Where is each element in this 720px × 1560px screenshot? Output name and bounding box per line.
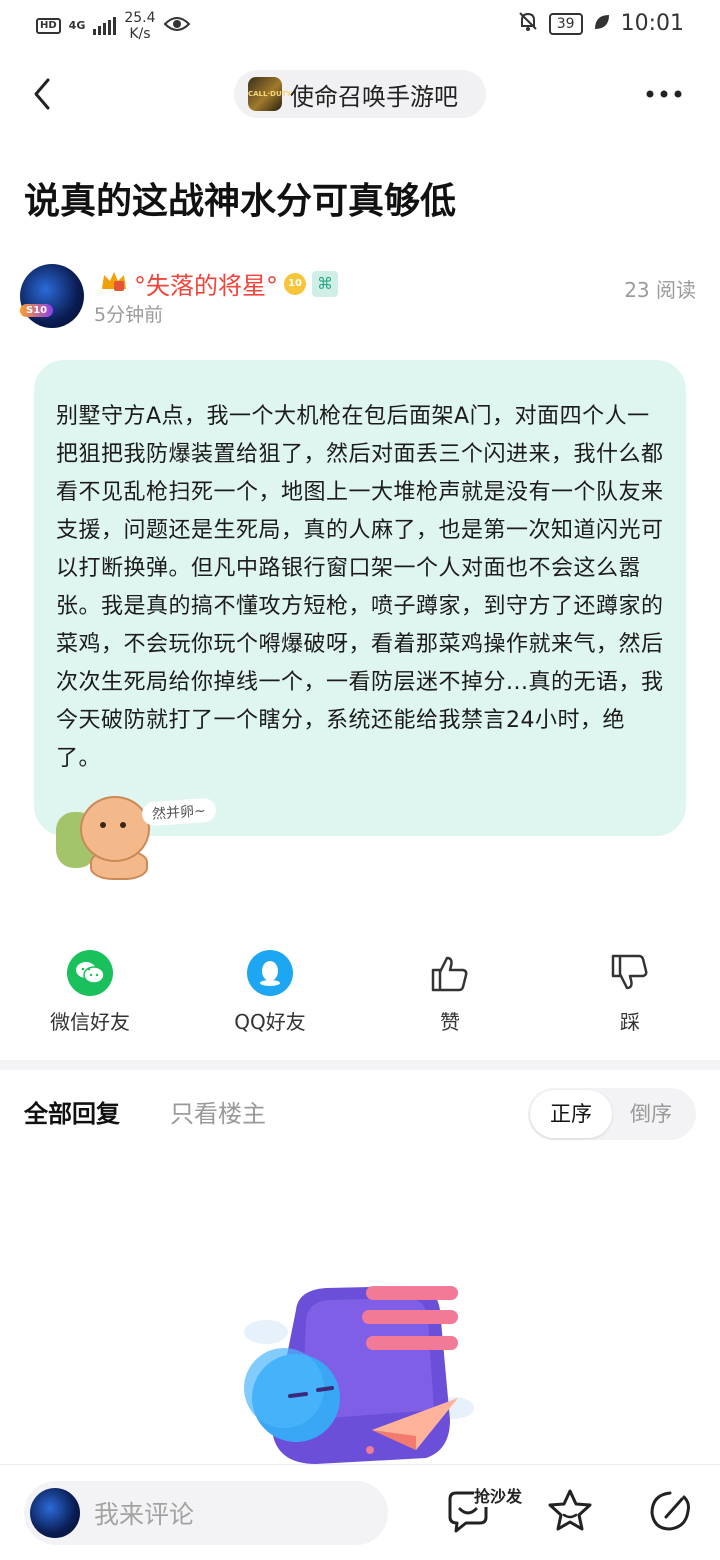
back-button[interactable] (24, 70, 68, 118)
status-left: HD 4G 25.4 K/s (36, 10, 190, 42)
section-divider (0, 1060, 720, 1070)
author-info: °失落的将星° 10 ⌘ (100, 266, 338, 301)
empty-replies-illustration (236, 1280, 476, 1464)
hd-icon: HD (36, 18, 61, 34)
avatar-season-badge: S10 (20, 304, 54, 317)
author-avatar[interactable] (20, 264, 84, 328)
clock: 10:01 (620, 11, 684, 36)
post-detail-page: HD 4G 25.4 K/s 39 10:01 CALL·DUTY 使命召唤手游… (0, 0, 720, 1560)
edit-button[interactable] (646, 1487, 694, 1535)
share-wechat-button[interactable]: 微信好友 (0, 950, 180, 1040)
post-title: 说真的这战神水分可真够低 (24, 181, 457, 222)
tab-all-replies[interactable]: 全部回复 (24, 1094, 120, 1129)
post-body: 别墅守方A点，我一个大机枪在包后面架A门，对面四个人一把狙把我防爆装置给狙了，然… (56, 404, 664, 771)
forum-name: 使命召唤手游吧 (290, 82, 458, 111)
dislike-label: 踩 (620, 1010, 640, 1034)
author-name[interactable]: °失落的将星° (134, 266, 278, 301)
favorite-button[interactable] (546, 1487, 594, 1535)
eye-icon (163, 14, 190, 39)
dislike-button[interactable]: 踩 (540, 950, 720, 1040)
more-dots-icon (646, 90, 682, 98)
like-button[interactable]: 赞 (360, 950, 540, 1040)
speed-value: 25.4 (124, 10, 156, 26)
network-speed: 25.4 K/s (124, 10, 155, 42)
status-right: 39 10:01 (517, 10, 684, 37)
star-icon (548, 1489, 592, 1531)
medal-icon: ⌘ (312, 270, 338, 297)
my-avatar (30, 1488, 80, 1538)
leaf-icon (593, 12, 611, 36)
like-label: 赞 (440, 1010, 460, 1034)
pencil-icon (650, 1491, 690, 1531)
mute-icon (517, 10, 539, 37)
forum-avatar: CALL·DUTY (248, 77, 291, 111)
bottom-action-bar: 我来评论 抢沙发 (0, 1464, 720, 1560)
more-options-button[interactable] (644, 70, 684, 133)
sticker-caption: 然并卵~ (141, 797, 217, 827)
share-qq-label: QQ好友 (234, 1010, 306, 1034)
chevron-left-icon (34, 78, 50, 110)
top-nav-bar: CALL·DUTY 使命召唤手游吧 (0, 62, 720, 126)
share-action-row: 微信好友 QQ好友 赞 踩 (0, 950, 720, 1040)
network-type: 4G (68, 19, 86, 32)
share-qq-button[interactable]: QQ好友 (180, 950, 360, 1040)
signal-icon (93, 17, 117, 35)
tab-owner-only[interactable]: 只看楼主 (170, 1094, 266, 1129)
comment-input[interactable]: 我来评论 (24, 1481, 388, 1545)
crown-icon (100, 269, 128, 299)
reply-order-toggle: 正序 倒序 (528, 1088, 696, 1140)
wechat-icon (67, 950, 113, 996)
share-wechat-label: 微信好友 (50, 1010, 130, 1034)
qq-icon (247, 950, 293, 996)
level-badge: 10 (284, 272, 306, 295)
read-count: 23 阅读 (624, 278, 696, 302)
order-desc-button[interactable]: 倒序 (616, 1090, 686, 1138)
thumbs-down-icon (607, 950, 653, 996)
post-time: 5分钟前 (94, 304, 164, 326)
battery-indicator: 39 (548, 12, 583, 35)
sofa-label: 抢沙发 (474, 1483, 523, 1507)
comment-placeholder: 我来评论 (94, 1500, 195, 1529)
forum-entry-button[interactable]: CALL·DUTY 使命召唤手游吧 (234, 70, 486, 118)
bear-sticker-icon (56, 792, 152, 884)
speed-unit: K/s (129, 26, 151, 42)
thumbs-up-icon (427, 950, 473, 996)
post-content-bubble: 别墅守方A点，我一个大机枪在包后面架A门，对面四个人一把狙把我防爆装置给狙了，然… (34, 360, 686, 836)
order-asc-button[interactable]: 正序 (530, 1090, 612, 1138)
status-bar: HD 4G 25.4 K/s 39 10:01 (0, 0, 720, 52)
